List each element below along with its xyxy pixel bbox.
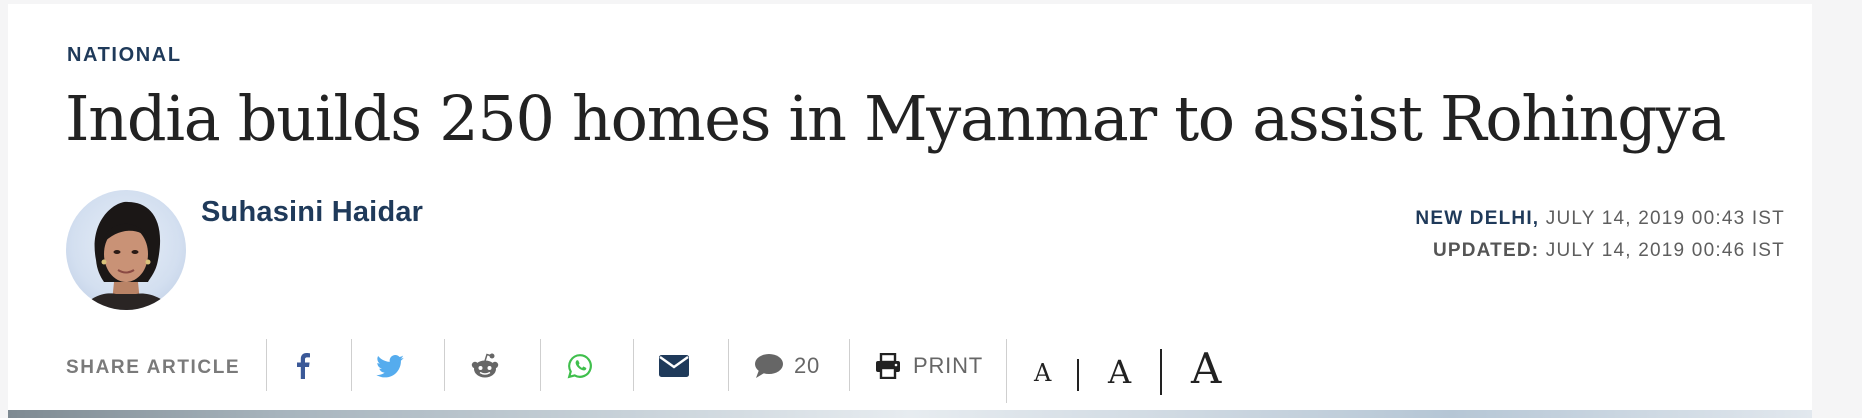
reddit-icon xyxy=(470,353,500,379)
comments-button[interactable]: 20 xyxy=(754,345,844,387)
dateline: NEW DELHI, JULY 14, 2019 00:43 IST UPDAT… xyxy=(1415,203,1785,267)
published-line: NEW DELHI, JULY 14, 2019 00:43 IST xyxy=(1415,203,1785,235)
font-size-small-button[interactable]: A xyxy=(1034,359,1051,387)
divider xyxy=(728,339,729,391)
divider xyxy=(1077,359,1079,391)
share-label: SHARE ARTICLE xyxy=(66,357,241,378)
page-title: India builds 250 homes in Myanmar to ass… xyxy=(65,82,1726,155)
divider xyxy=(444,339,445,391)
whatsapp-icon xyxy=(567,353,593,379)
published-date: JULY 14, 2019 00:43 IST xyxy=(1545,208,1785,229)
divider xyxy=(849,339,850,391)
divider xyxy=(540,339,541,391)
lead-image-strip xyxy=(8,410,1812,418)
whatsapp-share-button[interactable] xyxy=(566,345,594,387)
section-label[interactable]: NATIONAL xyxy=(67,44,182,67)
divider xyxy=(1160,349,1162,395)
reddit-share-button[interactable] xyxy=(468,345,502,387)
twitter-share-button[interactable] xyxy=(374,345,406,387)
print-button[interactable]: PRINT xyxy=(875,345,985,387)
email-icon xyxy=(659,355,689,377)
comments-count: 20 xyxy=(794,353,821,378)
font-size-medium-button[interactable]: A xyxy=(1108,353,1131,391)
printer-icon xyxy=(875,353,901,379)
updated-label: UPDATED: xyxy=(1432,240,1540,261)
divider xyxy=(266,339,267,391)
author-avatar[interactable] xyxy=(66,190,186,310)
email-share-button[interactable] xyxy=(658,345,690,387)
author-name[interactable]: Suhasini Haidar xyxy=(201,196,423,229)
updated-line: UPDATED: JULY 14, 2019 00:46 IST xyxy=(1415,235,1785,267)
twitter-icon xyxy=(376,354,404,378)
divider xyxy=(1006,339,1007,403)
print-label: PRINT xyxy=(913,353,983,378)
updated-date: JULY 14, 2019 00:46 IST xyxy=(1545,240,1785,261)
font-size-large-button[interactable]: A xyxy=(1191,344,1221,393)
comment-icon xyxy=(754,353,784,379)
dateline-location: NEW DELHI, xyxy=(1415,208,1540,229)
divider xyxy=(633,339,634,391)
facebook-icon xyxy=(296,353,310,379)
divider xyxy=(351,339,352,391)
facebook-share-button[interactable] xyxy=(290,345,316,387)
share-toolbar: SHARE ARTICLE 20 PRINT A A A xyxy=(0,337,1300,403)
